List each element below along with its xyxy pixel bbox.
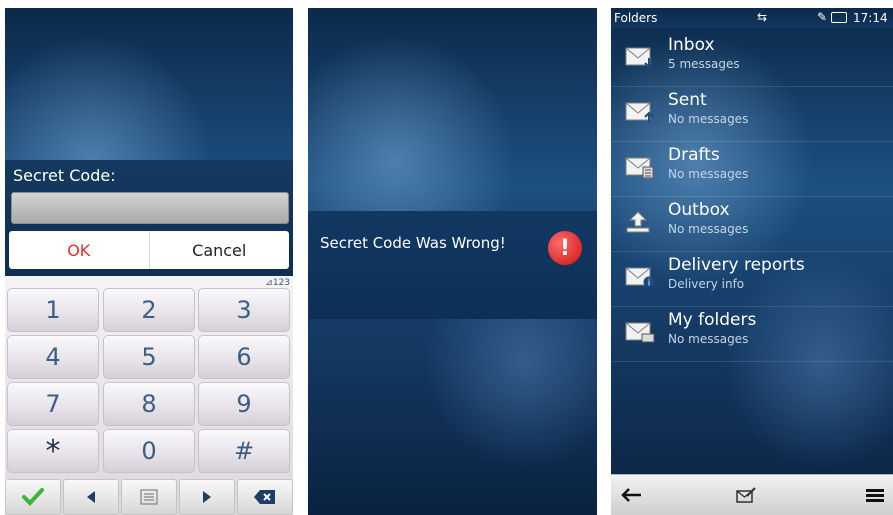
warning-icon: !: [548, 231, 582, 265]
ok-button[interactable]: OK: [9, 231, 150, 269]
key-1[interactable]: 1: [7, 288, 99, 332]
key-star[interactable]: *: [7, 429, 99, 473]
status-bar: Folders ⇆ ✎ 17:14: [611, 8, 893, 28]
numeric-keypad: ⊿123 1 2 3 4 5 6 7 8 9 * 0 #: [5, 276, 293, 515]
battery-icon: [831, 12, 847, 23]
outbox-icon: [626, 211, 650, 233]
keypad-softkeys: [5, 479, 293, 515]
options-menu-icon: [866, 489, 884, 502]
folders-screen: Folders ⇆ ✎ 17:14 Inbox 5 messages Sent …: [611, 8, 893, 515]
folder-outbox[interactable]: Outbox No messages: [611, 197, 893, 252]
key-6[interactable]: 6: [198, 335, 290, 379]
signal-icon: ✎: [817, 10, 828, 24]
status-title: Folders: [614, 11, 658, 25]
key-8[interactable]: 8: [103, 382, 195, 426]
key-7[interactable]: 7: [7, 382, 99, 426]
dialog-buttons: OK Cancel: [9, 231, 289, 269]
folder-name: Drafts: [668, 145, 720, 165]
cursor-right-button[interactable]: [179, 479, 235, 515]
folder-count: Delivery info: [668, 277, 745, 291]
folder-count: No messages: [668, 167, 749, 181]
bottom-toolbar: [611, 474, 893, 515]
folder-sent[interactable]: Sent No messages: [611, 87, 893, 142]
drafts-icon: [625, 157, 654, 178]
arrow-right-icon: [203, 491, 211, 503]
confirm-button[interactable]: [5, 479, 61, 515]
error-panel: [308, 211, 597, 319]
clock: 17:14: [853, 11, 888, 25]
my-folders-icon: [625, 322, 655, 343]
backspace-icon: [254, 490, 275, 504]
folder-delivery-reports[interactable]: i Delivery reports Delivery info: [611, 252, 893, 307]
folder-count: No messages: [668, 112, 749, 126]
folder-name: Sent: [668, 90, 707, 110]
options-button[interactable]: [863, 483, 887, 507]
folder-name: Delivery reports: [668, 255, 805, 275]
new-message-icon: [736, 487, 756, 503]
folder-count: No messages: [668, 222, 749, 236]
delivery-reports-icon: i: [625, 267, 655, 289]
key-0[interactable]: 0: [103, 429, 195, 473]
key-hash[interactable]: #: [198, 429, 290, 473]
folder-name: Inbox: [668, 35, 715, 55]
svg-text:i: i: [648, 279, 651, 289]
key-9[interactable]: 9: [198, 382, 290, 426]
secret-code-screen: Secret Code: OK Cancel ⊿123 1 2 3 4 5 6 …: [5, 8, 293, 515]
menu-icon: [140, 489, 158, 505]
error-screen: Secret Code Was Wrong! !: [308, 8, 597, 515]
sent-icon: [625, 102, 654, 122]
folder-count: No messages: [668, 332, 749, 346]
usb-icon: ⇆: [757, 10, 768, 24]
back-arrow-icon: [621, 488, 641, 502]
cursor-left-button[interactable]: [63, 479, 119, 515]
checkmark-icon: [22, 488, 44, 506]
new-message-button[interactable]: [734, 483, 758, 507]
inbox-icon: [625, 47, 654, 68]
folder-inbox[interactable]: Inbox 5 messages: [611, 32, 893, 87]
error-message: Secret Code Was Wrong!: [320, 234, 506, 252]
secret-code-label: Secret Code:: [13, 166, 116, 185]
cancel-button[interactable]: Cancel: [150, 231, 290, 269]
menu-button[interactable]: [121, 479, 177, 515]
folder-name: Outbox: [668, 200, 730, 220]
input-mode-indicator: ⊿123: [265, 278, 290, 288]
folder-my-folders[interactable]: My folders No messages: [611, 307, 893, 362]
arrow-left-icon: [87, 491, 95, 503]
key-4[interactable]: 4: [7, 335, 99, 379]
backspace-button[interactable]: [237, 479, 293, 515]
key-2[interactable]: 2: [103, 288, 195, 332]
folder-count: 5 messages: [668, 57, 740, 71]
folder-drafts[interactable]: Drafts No messages: [611, 142, 893, 197]
key-5[interactable]: 5: [103, 335, 195, 379]
secret-code-input[interactable]: [11, 192, 289, 224]
folder-name: My folders: [668, 310, 757, 330]
back-button[interactable]: [619, 483, 643, 507]
mode-arrow-icon: ⊿: [265, 278, 273, 288]
key-3[interactable]: 3: [198, 288, 290, 332]
